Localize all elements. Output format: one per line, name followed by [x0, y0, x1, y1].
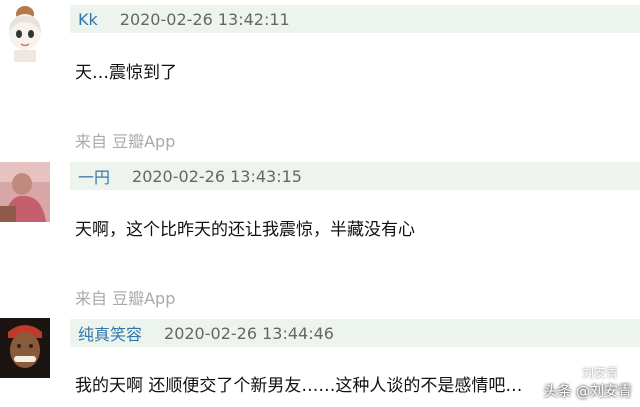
commenter-name[interactable]: 纯真笑容 [78, 321, 142, 345]
comment-timestamp: 2020-02-26 13:44:46 [164, 323, 334, 343]
avatar-kk[interactable] [0, 2, 50, 62]
watermark-author: 刘安青 [581, 366, 618, 380]
comment-header: 一円 2020-02-26 13:43:15 [70, 162, 640, 190]
comment-header: Kk 2020-02-26 13:42:11 [70, 5, 640, 33]
cartoon-girl-avatar-icon [0, 2, 50, 62]
avatar-yiyuan[interactable] [0, 162, 50, 222]
comment-body: 天啊，这个比昨天的还让我震惊，半藏没有心 [75, 220, 415, 240]
watermark-toutiao: 头条 @刘安青 [543, 384, 632, 400]
comment-body: 天…震惊到了 [75, 63, 177, 83]
comment-timestamp: 2020-02-26 13:42:11 [119, 9, 290, 29]
man-photo-avatar-icon [0, 318, 50, 378]
comment-source: 来自 豆瓣App [75, 289, 176, 308]
avatar-chunzhen[interactable] [0, 318, 50, 378]
comment-timestamp: 2020-02-26 13:43:15 [132, 166, 302, 186]
comment-thread: Kk 2020-02-26 13:42:11 天…震惊到了 来自 豆瓣App 一… [0, 0, 640, 407]
comment-body: 我的天啊 还顺便交了个新男友……这种人谈的不是感情吧… [75, 376, 523, 396]
commenter-name[interactable]: 一円 [78, 164, 110, 188]
comment-source: 来自 豆瓣App [75, 132, 176, 151]
person-photo-avatar-icon [0, 162, 50, 222]
commenter-name[interactable]: Kk [78, 10, 98, 29]
comment-header: 纯真笑容 2020-02-26 13:44:46 [70, 319, 640, 347]
